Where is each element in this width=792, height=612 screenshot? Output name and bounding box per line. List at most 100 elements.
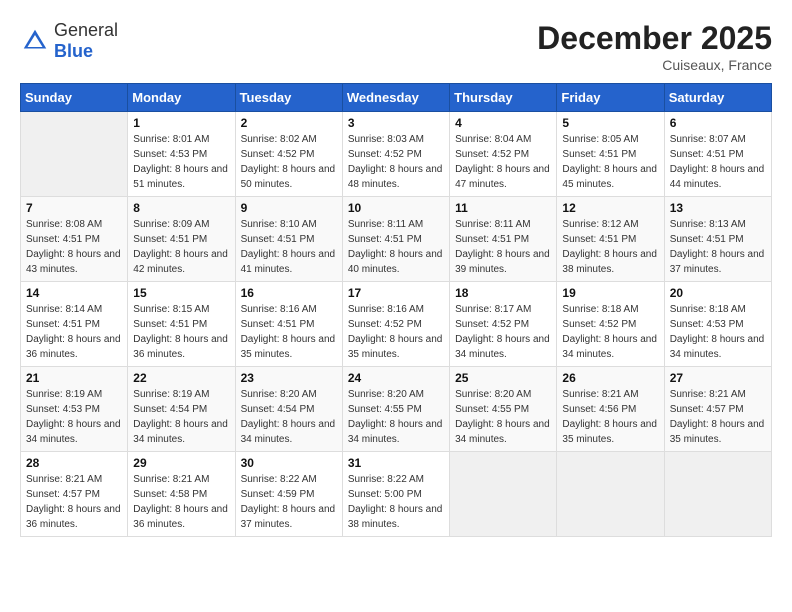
day-number: 13 <box>670 201 766 215</box>
day-number: 25 <box>455 371 551 385</box>
daylight: Daylight: 8 hours and 38 minutes. <box>562 249 657 275</box>
day-info: Sunrise: 8:20 AM Sunset: 4:54 PM Dayligh… <box>241 387 337 447</box>
logo-text: General Blue <box>54 20 118 62</box>
sunrise: Sunrise: 8:21 AM <box>26 474 102 485</box>
calendar-day-cell: 30 Sunrise: 8:22 AM Sunset: 4:59 PM Dayl… <box>235 452 342 537</box>
day-number: 20 <box>670 286 766 300</box>
sunset: Sunset: 4:58 PM <box>133 489 207 500</box>
sunset: Sunset: 4:52 PM <box>562 319 636 330</box>
daylight: Daylight: 8 hours and 48 minutes. <box>348 164 443 190</box>
calendar-day-cell <box>21 112 128 197</box>
daylight: Daylight: 8 hours and 36 minutes. <box>26 504 121 530</box>
calendar-day-cell: 12 Sunrise: 8:12 AM Sunset: 4:51 PM Dayl… <box>557 197 664 282</box>
day-number: 6 <box>670 116 766 130</box>
day-of-week-header: Saturday <box>664 84 771 112</box>
calendar-day-cell: 5 Sunrise: 8:05 AM Sunset: 4:51 PM Dayli… <box>557 112 664 197</box>
calendar-day-cell: 7 Sunrise: 8:08 AM Sunset: 4:51 PM Dayli… <box>21 197 128 282</box>
daylight: Daylight: 8 hours and 38 minutes. <box>348 504 443 530</box>
calendar-day-cell: 10 Sunrise: 8:11 AM Sunset: 4:51 PM Dayl… <box>342 197 449 282</box>
day-number: 23 <box>241 371 337 385</box>
sunset: Sunset: 4:51 PM <box>26 234 100 245</box>
day-info: Sunrise: 8:21 AM Sunset: 4:57 PM Dayligh… <box>26 472 122 532</box>
calendar-week-row: 7 Sunrise: 8:08 AM Sunset: 4:51 PM Dayli… <box>21 197 772 282</box>
calendar-day-cell <box>450 452 557 537</box>
calendar-day-cell: 8 Sunrise: 8:09 AM Sunset: 4:51 PM Dayli… <box>128 197 235 282</box>
daylight: Daylight: 8 hours and 42 minutes. <box>133 249 228 275</box>
sunrise: Sunrise: 8:05 AM <box>562 134 638 145</box>
sunrise: Sunrise: 8:13 AM <box>670 219 746 230</box>
location-title: Cuiseaux, France <box>537 57 772 73</box>
day-number: 28 <box>26 456 122 470</box>
calendar-day-cell: 25 Sunrise: 8:20 AM Sunset: 4:55 PM Dayl… <box>450 367 557 452</box>
generalblue-logo-icon <box>20 26 50 56</box>
calendar-day-cell: 21 Sunrise: 8:19 AM Sunset: 4:53 PM Dayl… <box>21 367 128 452</box>
day-info: Sunrise: 8:10 AM Sunset: 4:51 PM Dayligh… <box>241 217 337 277</box>
day-number: 1 <box>133 116 229 130</box>
sunset: Sunset: 4:51 PM <box>348 234 422 245</box>
day-number: 17 <box>348 286 444 300</box>
calendar-day-cell: 24 Sunrise: 8:20 AM Sunset: 4:55 PM Dayl… <box>342 367 449 452</box>
calendar-week-row: 28 Sunrise: 8:21 AM Sunset: 4:57 PM Dayl… <box>21 452 772 537</box>
daylight: Daylight: 8 hours and 35 minutes. <box>670 419 765 445</box>
daylight: Daylight: 8 hours and 34 minutes. <box>455 419 550 445</box>
sunrise: Sunrise: 8:03 AM <box>348 134 424 145</box>
calendar-day-cell: 26 Sunrise: 8:21 AM Sunset: 4:56 PM Dayl… <box>557 367 664 452</box>
calendar-day-cell: 31 Sunrise: 8:22 AM Sunset: 5:00 PM Dayl… <box>342 452 449 537</box>
sunset: Sunset: 4:51 PM <box>133 319 207 330</box>
sunset: Sunset: 4:54 PM <box>133 404 207 415</box>
calendar-day-cell: 14 Sunrise: 8:14 AM Sunset: 4:51 PM Dayl… <box>21 282 128 367</box>
sunset: Sunset: 4:56 PM <box>562 404 636 415</box>
sunrise: Sunrise: 8:20 AM <box>348 389 424 400</box>
sunrise: Sunrise: 8:02 AM <box>241 134 317 145</box>
day-info: Sunrise: 8:11 AM Sunset: 4:51 PM Dayligh… <box>348 217 444 277</box>
sunrise: Sunrise: 8:16 AM <box>241 304 317 315</box>
day-of-week-header: Monday <box>128 84 235 112</box>
sunrise: Sunrise: 8:08 AM <box>26 219 102 230</box>
day-info: Sunrise: 8:04 AM Sunset: 4:52 PM Dayligh… <box>455 132 551 192</box>
day-info: Sunrise: 8:08 AM Sunset: 4:51 PM Dayligh… <box>26 217 122 277</box>
day-number: 5 <box>562 116 658 130</box>
sunset: Sunset: 4:57 PM <box>26 489 100 500</box>
day-number: 26 <box>562 371 658 385</box>
day-number: 27 <box>670 371 766 385</box>
daylight: Daylight: 8 hours and 37 minutes. <box>670 249 765 275</box>
sunset: Sunset: 4:52 PM <box>348 149 422 160</box>
sunrise: Sunrise: 8:18 AM <box>670 304 746 315</box>
day-number: 24 <box>348 371 444 385</box>
day-number: 10 <box>348 201 444 215</box>
sunset: Sunset: 4:55 PM <box>348 404 422 415</box>
sunrise: Sunrise: 8:22 AM <box>348 474 424 485</box>
daylight: Daylight: 8 hours and 35 minutes. <box>562 419 657 445</box>
sunrise: Sunrise: 8:16 AM <box>348 304 424 315</box>
day-info: Sunrise: 8:07 AM Sunset: 4:51 PM Dayligh… <box>670 132 766 192</box>
month-title: December 2025 <box>537 20 772 57</box>
daylight: Daylight: 8 hours and 34 minutes. <box>241 419 336 445</box>
sunrise: Sunrise: 8:10 AM <box>241 219 317 230</box>
sunrise: Sunrise: 8:18 AM <box>562 304 638 315</box>
sunrise: Sunrise: 8:17 AM <box>455 304 531 315</box>
day-info: Sunrise: 8:02 AM Sunset: 4:52 PM Dayligh… <box>241 132 337 192</box>
calendar-day-cell: 1 Sunrise: 8:01 AM Sunset: 4:53 PM Dayli… <box>128 112 235 197</box>
day-number: 9 <box>241 201 337 215</box>
day-number: 29 <box>133 456 229 470</box>
day-info: Sunrise: 8:21 AM Sunset: 4:58 PM Dayligh… <box>133 472 229 532</box>
sunset: Sunset: 4:53 PM <box>670 319 744 330</box>
day-of-week-header: Friday <box>557 84 664 112</box>
day-number: 30 <box>241 456 337 470</box>
day-number: 19 <box>562 286 658 300</box>
day-number: 4 <box>455 116 551 130</box>
daylight: Daylight: 8 hours and 35 minutes. <box>241 334 336 360</box>
calendar-day-cell: 6 Sunrise: 8:07 AM Sunset: 4:51 PM Dayli… <box>664 112 771 197</box>
daylight: Daylight: 8 hours and 43 minutes. <box>26 249 121 275</box>
sunrise: Sunrise: 8:01 AM <box>133 134 209 145</box>
sunset: Sunset: 4:51 PM <box>562 234 636 245</box>
day-of-week-header: Sunday <box>21 84 128 112</box>
sunset: Sunset: 4:51 PM <box>455 234 529 245</box>
sunset: Sunset: 4:59 PM <box>241 489 315 500</box>
sunset: Sunset: 4:51 PM <box>241 234 315 245</box>
sunrise: Sunrise: 8:21 AM <box>562 389 638 400</box>
logo: General Blue <box>20 20 118 62</box>
sunset: Sunset: 4:51 PM <box>670 149 744 160</box>
sunrise: Sunrise: 8:21 AM <box>133 474 209 485</box>
day-info: Sunrise: 8:19 AM Sunset: 4:53 PM Dayligh… <box>26 387 122 447</box>
